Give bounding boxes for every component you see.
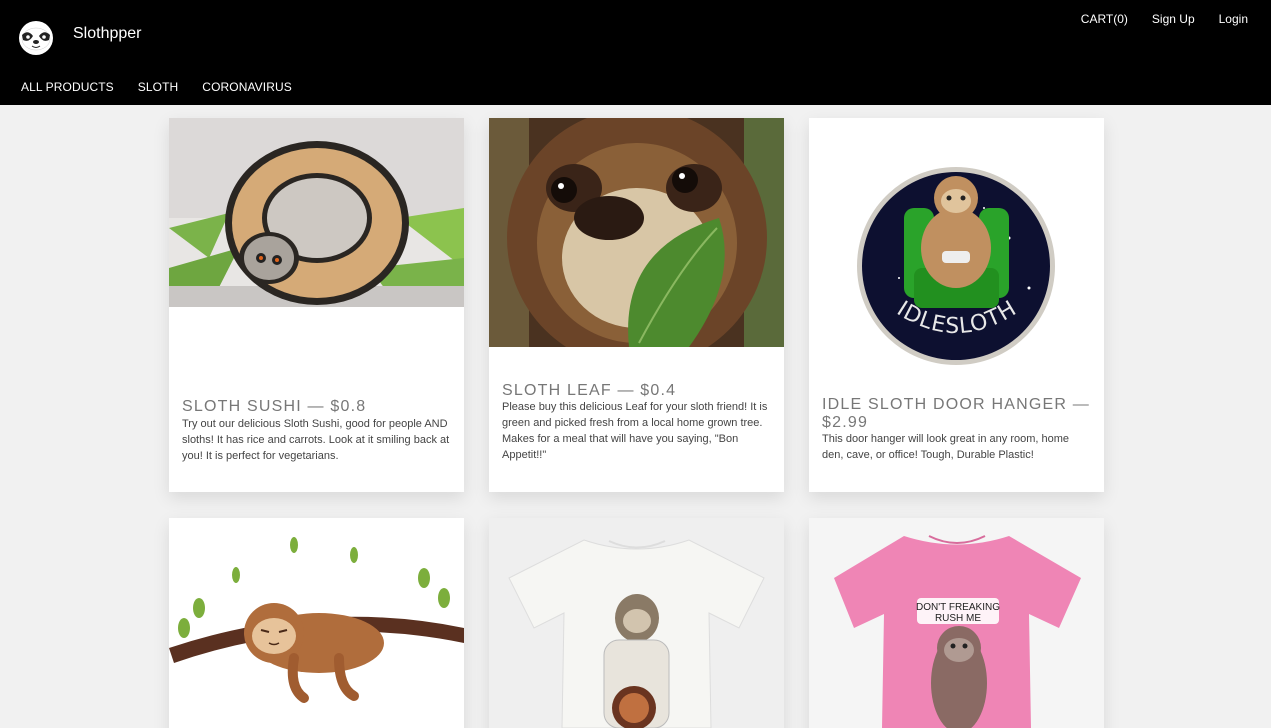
product-title[interactable]: SLOTH LEAF — $0.4 (502, 382, 771, 400)
product-card[interactable] (169, 518, 464, 728)
product-card[interactable]: SLOTH LEAF — $0.4 Please buy this delici… (489, 118, 784, 492)
sloth-face-icon[interactable] (16, 17, 56, 57)
shirt-text-line1: DON'T FREAKING (916, 602, 1000, 613)
sloth-sushi-image[interactable] (169, 118, 464, 307)
brand-link[interactable]: Slothpper (73, 25, 142, 43)
shirt-text-line2: RUSH ME (935, 613, 981, 624)
login-link[interactable]: Login (1219, 12, 1248, 26)
product-card[interactable]: DON'T FREAKING RUSH ME (809, 518, 1104, 728)
product-description: Try out our delicious Sloth Sushi, good … (182, 418, 450, 462)
product-title[interactable]: IDLE SLOTH DOOR HANGER — $2.99 (822, 396, 1091, 432)
category-nav: ALL PRODUCTS SLOTH CORONAVIRUS (21, 80, 292, 94)
product-title[interactable]: SLOTH SUSHI — $0.8 (182, 398, 451, 416)
top-navbar: Slothpper CART(0) Sign Up Login ALL PROD… (0, 0, 1271, 105)
pink-sloth-tshirt-image[interactable]: DON'T FREAKING RUSH ME (809, 518, 1104, 728)
product-description: Please buy this delicious Leaf for your … (502, 401, 768, 461)
category-all-products[interactable]: ALL PRODUCTS (21, 80, 114, 94)
product-card[interactable] (489, 518, 784, 728)
sleeping-sloth-on-branch-image[interactable] (169, 518, 464, 728)
category-coronavirus[interactable]: CORONAVIRUS (202, 80, 292, 94)
account-nav: CART(0) Sign Up Login (1081, 12, 1248, 26)
sloth-eating-leaf-image[interactable] (489, 118, 784, 347)
category-sloth[interactable]: SLOTH (138, 80, 179, 94)
product-description: This door hanger will look great in any … (822, 433, 1070, 461)
cart-link[interactable]: CART(0) (1081, 12, 1128, 26)
idlesloth-door-hanger-image[interactable]: IDLESLOTH (809, 118, 1104, 378)
product-card[interactable]: IDLESLOTH IDLE SLOTH DOOR HANGER — $2.99… (809, 118, 1104, 492)
astronaut-sloth-tshirt-image[interactable] (489, 518, 784, 728)
signup-link[interactable]: Sign Up (1152, 12, 1195, 26)
product-card[interactable]: SLOTH SUSHI — $0.8 Try out our delicious… (169, 118, 464, 492)
